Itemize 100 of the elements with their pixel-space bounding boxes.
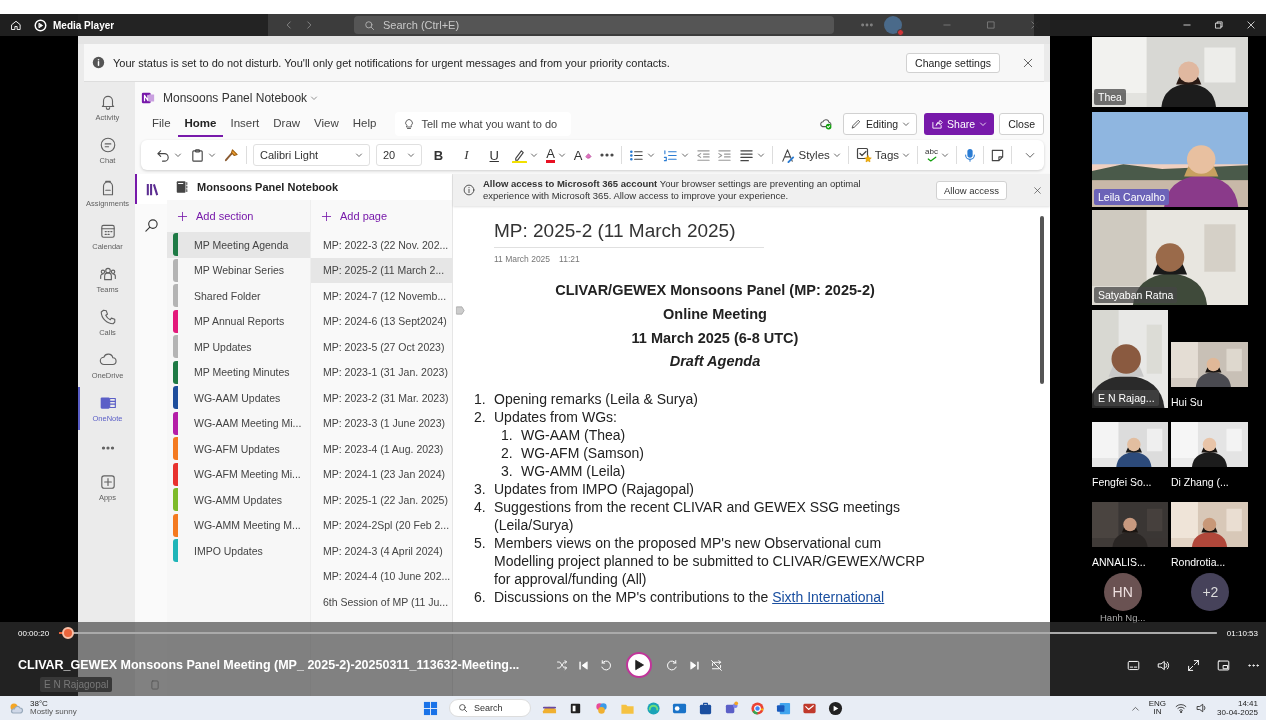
page-item[interactable]: MP: 2024-1 (23 Jan 2024) bbox=[311, 461, 452, 487]
duration-time: 01:10:53 bbox=[1226, 628, 1258, 638]
video-title: CLIVAR_GEWEX Monsoons Panel Meeting (MP_ 2025-2)-20250311_113632-Meeting... bbox=[18, 658, 521, 672]
agenda-item-text: Updates from WGs: bbox=[494, 408, 618, 426]
page-item[interactable]: MP: 2022-3 (22 Nov. 202... bbox=[311, 232, 452, 258]
participant-name: Rondrotia... bbox=[1171, 556, 1227, 568]
heading-text: Draft Agenda bbox=[669, 352, 761, 371]
more-participants-button[interactable]: +2 bbox=[1191, 573, 1230, 611]
page-item[interactable]: MP: 2023-4 (1 Aug. 2023) bbox=[311, 436, 452, 462]
list-number: 1. bbox=[474, 390, 487, 408]
section-item[interactable]: Shared Folder bbox=[167, 283, 310, 309]
menu-tab[interactable]: Home bbox=[177, 111, 224, 137]
page-item[interactable]: MP: 2024-3 (4 April 2024) bbox=[311, 538, 452, 564]
section-item[interactable]: WG-AAM Updates bbox=[167, 385, 310, 411]
section-item[interactable]: MP Updates bbox=[167, 334, 310, 360]
spelling-button[interactable]: abc bbox=[924, 148, 950, 162]
clear-formatting-button[interactable]: A bbox=[572, 147, 594, 163]
page-item[interactable]: MP: 2024-4 (10 June 202... bbox=[311, 563, 452, 589]
clock-time: 14:41 bbox=[1237, 699, 1258, 708]
avatar: HN bbox=[1103, 573, 1142, 611]
agenda-item-text: Opening remarks (Leila & Surya) bbox=[494, 390, 699, 408]
list-number: 3. bbox=[474, 480, 487, 498]
agenda-item-text: Updates from IMPO (Rajagopal) bbox=[494, 480, 695, 498]
page-item[interactable]: MP: 2023-3 (1 June 2023) bbox=[311, 410, 452, 436]
section-item[interactable]: WG-AAM Meeting Mi... bbox=[167, 410, 310, 436]
add-section-button[interactable]: Add section bbox=[167, 200, 310, 232]
page-item[interactable]: MP: 2025-1 (22 Jan. 2025) bbox=[311, 487, 452, 513]
heading-text: CLIVAR/GEWEX Monsoons Panel (MP: 2025-2) bbox=[555, 281, 875, 300]
agenda-item-text: WG-AMM (Leila) bbox=[521, 462, 627, 480]
agenda-item-text: Discussions on the MP's contributions to the Sixth International bbox=[494, 588, 886, 606]
agenda-item-text: WG-AFM (Samson) bbox=[521, 444, 645, 462]
language-code: ENG bbox=[1148, 699, 1167, 708]
bold-button[interactable]: B bbox=[427, 147, 450, 163]
section-item[interactable]: MP Meeting Agenda bbox=[167, 232, 310, 258]
page-item[interactable]: MP: 2024-2Spl (20 Feb 2... bbox=[311, 512, 452, 538]
close-button[interactable]: Close bbox=[999, 113, 1044, 135]
region-code: IN bbox=[1153, 708, 1162, 717]
font-dropdown[interactable]: Calibri Light bbox=[253, 144, 370, 166]
page-date: 11 March 2025 bbox=[494, 254, 551, 264]
menu-tab[interactable]: View bbox=[307, 111, 346, 137]
allow-access-button[interactable]: Allow access bbox=[936, 180, 1007, 200]
participant-name: Leila Carvalho bbox=[1094, 189, 1170, 205]
page-item[interactable]: MP: 2023-2 (31 Mar. 2023) bbox=[311, 385, 452, 411]
tags-button[interactable]: Tags bbox=[854, 147, 912, 163]
page-title: MP: 2025-2 (11 March 2025) bbox=[494, 220, 764, 248]
menu-tab[interactable]: File bbox=[145, 111, 178, 137]
menu-tab[interactable]: Draw bbox=[266, 111, 308, 137]
underline-button[interactable]: U bbox=[483, 147, 506, 163]
styles-button[interactable]: Styles bbox=[779, 147, 842, 163]
font-color-button[interactable]: A bbox=[545, 147, 567, 163]
agenda-item-text: WG-AAM (Thea) bbox=[521, 426, 627, 444]
clock-date: 30-04-2025 bbox=[1217, 708, 1258, 717]
share-button[interactable]: Share bbox=[924, 113, 995, 135]
link[interactable]: Sixth International bbox=[772, 589, 885, 605]
participant-name: Satyaban Ratna bbox=[1094, 287, 1178, 303]
participant-name: ANNALIS... bbox=[1092, 556, 1147, 568]
search-field[interactable]: Search bbox=[449, 699, 531, 717]
participant-name: E N Rajag... bbox=[1094, 390, 1159, 406]
page-item[interactable]: MP: 2023-1 (31 Jan. 2023) bbox=[311, 359, 452, 385]
page-item[interactable]: MP: 2025-2 (11 March 2... bbox=[311, 257, 452, 283]
editing-button[interactable]: Editing bbox=[843, 113, 918, 135]
elapsed-time: 00:00:20 bbox=[18, 628, 50, 638]
tell-me-field[interactable]: Tell me what you want to do bbox=[395, 112, 572, 136]
page-item[interactable]: MP: 2024-6 (13 Sept2024) bbox=[311, 308, 452, 334]
notebook-dropdown[interactable]: Monsoons Panel Notebook bbox=[163, 91, 319, 105]
section-item[interactable]: WG-AFM Updates bbox=[167, 436, 310, 462]
section-item[interactable]: WG-AMM Updates bbox=[167, 487, 310, 513]
participant-name: Thea bbox=[1094, 89, 1126, 105]
list-number: 3. bbox=[501, 462, 514, 480]
page-item[interactable]: MP: 2024-7 (12 Novemb... bbox=[311, 283, 452, 309]
section-item[interactable]: MP Annual Reports bbox=[167, 308, 310, 334]
agenda-item-text: Members views on the proposed MP's new Observational cum Modelling project planned to be submitted to CLIVAR/GEWEX/WCRP for approval/funding (All) bbox=[494, 534, 926, 588]
participant-name: Hanh Ng... bbox=[1100, 612, 1146, 623]
add-page-button[interactable]: Add page bbox=[311, 200, 452, 232]
notification-text: Your status is set to do not disturb. You'll only get notifications for urgent messages and from your priority contacts. bbox=[113, 56, 670, 69]
temperature: 38°C bbox=[30, 699, 49, 708]
weather-text: Mostly sunny bbox=[30, 708, 77, 717]
section-item[interactable]: WG-AMM Meeting M... bbox=[167, 512, 310, 538]
section-item[interactable]: WG-AFM Meeting Mi... bbox=[167, 461, 310, 487]
section-item[interactable]: IMPO Updates bbox=[167, 538, 310, 564]
list-number: 2. bbox=[474, 408, 487, 426]
list-number: 6. bbox=[474, 588, 487, 606]
participant-name: Hui Su bbox=[1171, 396, 1204, 408]
banner-text: Allow access to Microsoft 365 account Your browser settings are preventing an optimal experience with Microsoft 365. Allow access to improve your experience. bbox=[483, 178, 862, 202]
change-settings-button[interactable]: Change settings bbox=[906, 52, 1000, 73]
page-item[interactable]: MP: 2023-5 (27 Oct 2023) bbox=[311, 334, 452, 360]
agenda-item-text: Suggestions from the recent CLIVAR and GEWEX SSG meetings (Leila/Surya) bbox=[494, 498, 901, 534]
search-field[interactable]: Search (Ctrl+E) bbox=[354, 16, 834, 34]
app-title: Media Player bbox=[53, 19, 115, 31]
heading-text: 11 March 2025 (6-8 UTC) bbox=[631, 329, 799, 348]
participant-name: Fengfei So... bbox=[1092, 476, 1153, 488]
section-item[interactable]: MP Meeting Minutes bbox=[167, 359, 310, 385]
page-item[interactable]: 6th Session of MP (11 Ju... bbox=[311, 589, 452, 615]
menu-tab[interactable]: Insert bbox=[223, 111, 267, 137]
list-number: 5. bbox=[474, 534, 487, 553]
list-number: 2. bbox=[501, 444, 514, 462]
section-item[interactable]: MP Webinar Series bbox=[167, 257, 310, 283]
font-size-dropdown[interactable]: 20 bbox=[375, 144, 422, 166]
italic-button[interactable]: I bbox=[455, 147, 478, 163]
menu-tab[interactable]: Help bbox=[345, 111, 384, 137]
